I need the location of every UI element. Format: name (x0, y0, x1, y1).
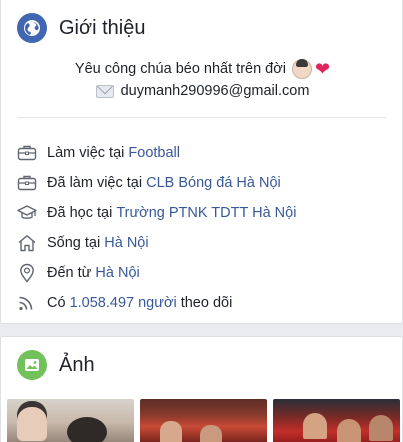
photos-header: Ảnh (17, 350, 95, 380)
info-list: Làm việc tại Football Đã làm việc tại CL… (17, 138, 296, 318)
info-link-past-workplace[interactable]: CLB Bóng đá Hà Nội (146, 175, 281, 191)
info-row-followers: Có 1.058.497 người theo dõi (17, 288, 296, 318)
graduation-cap-icon (17, 203, 37, 223)
photo-thumbnail[interactable] (273, 399, 400, 442)
info-row-past-work: Đã làm việc tại CLB Bóng đá Hà Nội (17, 168, 296, 198)
info-row-work: Làm việc tại Football (17, 138, 296, 168)
info-link-workplace[interactable]: Football (128, 145, 180, 161)
intro-card: Giới thiệu Yêu công chúa béo nhất trên đ… (0, 0, 403, 324)
info-prefix: Đã học tại (47, 205, 117, 221)
heart-emoji-icon: ❤ (314, 59, 331, 79)
location-pin-icon (17, 263, 37, 283)
divider (17, 117, 386, 118)
photo-icon (17, 350, 47, 380)
bio-section: Yêu công chúa béo nhất trên đời ❤ duyman… (1, 58, 403, 102)
info-prefix: Đã làm việc tại (47, 175, 147, 191)
info-link-hometown[interactable]: Hà Nội (95, 265, 139, 281)
intro-title: Giới thiệu (59, 16, 146, 39)
envelope-emoji-icon (95, 84, 114, 98)
email-line: duymanh290996@gmail.com (1, 80, 403, 102)
intro-header: Giới thiệu (17, 13, 145, 43)
briefcase-icon (17, 143, 37, 163)
rss-feed-icon (17, 293, 37, 313)
info-prefix: Làm việc tại (47, 145, 129, 161)
email-text[interactable]: duymanh290996@gmail.com (121, 80, 310, 102)
globe-icon (17, 13, 47, 43)
info-row-hometown: Đến từ Hà Nội (17, 258, 296, 288)
bio-text: Yêu công chúa béo nhất trên đời (74, 61, 286, 77)
photo-thumbnail[interactable] (7, 399, 134, 442)
photo-thumbnail[interactable] (140, 399, 267, 442)
briefcase-icon (17, 173, 37, 193)
photos-title: Ảnh (59, 353, 95, 376)
info-row-education: Đã học tại Trường PTNK TDTT Hà Nội (17, 198, 296, 228)
home-icon (17, 233, 37, 253)
info-prefix: Đến từ (47, 265, 96, 281)
info-prefix: Sống tại (47, 235, 105, 251)
info-row-lives-in: Sống tại Hà Nội (17, 228, 296, 258)
bio-line: Yêu công chúa béo nhất trên đời ❤ (1, 58, 403, 80)
info-prefix: Có (47, 295, 70, 311)
info-suffix: theo dõi (176, 295, 233, 311)
photos-card: Ảnh (0, 336, 403, 442)
info-link-current-city[interactable]: Hà Nội (104, 235, 148, 251)
person-emoji-icon (291, 59, 312, 79)
info-link-followers[interactable]: 1.058.497 người (70, 295, 177, 311)
info-link-school[interactable]: Trường PTNK TDTT Hà Nội (116, 205, 296, 221)
photo-thumbnails (7, 399, 400, 442)
